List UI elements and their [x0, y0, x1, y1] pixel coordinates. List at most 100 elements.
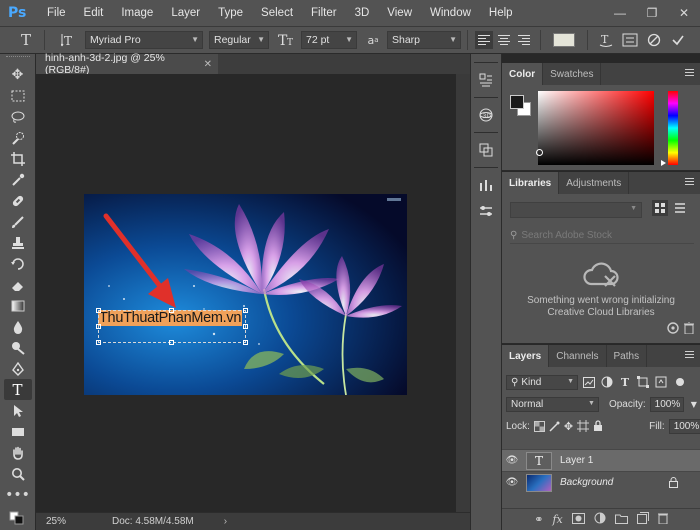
restore-button[interactable]: ❐	[636, 0, 668, 27]
filter-pixel-icon[interactable]	[582, 375, 596, 389]
hue-slider[interactable]	[668, 91, 678, 165]
menu-type[interactable]: Type	[209, 7, 252, 19]
opacity-input[interactable]: 100%	[649, 396, 684, 412]
menu-layer[interactable]: Layer	[162, 7, 209, 19]
close-tab-icon[interactable]: ✕	[204, 59, 212, 70]
transform-handle[interactable]	[243, 308, 248, 313]
layer-name[interactable]: Background	[560, 477, 613, 488]
chevron-right-icon[interactable]: ›	[224, 516, 227, 527]
transform-handle[interactable]	[169, 340, 174, 345]
lock-position-icon[interactable]: ✥	[564, 419, 573, 433]
document-tab[interactable]: hinh-anh-3d-2.jpg @ 25% (RGB/8#) ✕	[36, 52, 218, 76]
color-field[interactable]	[536, 91, 654, 165]
menu-select[interactable]: Select	[252, 7, 302, 19]
type-tool-preset-icon[interactable]: T	[14, 30, 38, 50]
new-layer-icon[interactable]	[636, 512, 649, 527]
filter-shape-icon[interactable]	[636, 375, 650, 389]
layer-style-icon[interactable]: fx	[552, 513, 562, 526]
transform-handle[interactable]	[96, 324, 101, 329]
transform-handle[interactable]	[243, 324, 248, 329]
delete-layer-icon[interactable]	[657, 512, 668, 527]
align-left-button[interactable]	[475, 31, 493, 49]
tab-paths[interactable]: Paths	[607, 345, 648, 367]
clone-stamp-tool-icon[interactable]	[4, 232, 32, 253]
close-button[interactable]: ✕	[668, 0, 700, 27]
lock-pixels-icon[interactable]	[549, 419, 560, 433]
healing-brush-tool-icon[interactable]	[4, 190, 32, 211]
text-bounding-box[interactable]	[98, 310, 246, 343]
menu-filter[interactable]: Filter	[302, 7, 346, 19]
3d-panel-icon[interactable]: 3D	[474, 104, 498, 126]
zoom-tool-icon[interactable]	[4, 463, 32, 484]
transform-handle[interactable]	[169, 308, 174, 313]
transform-handle[interactable]	[243, 340, 248, 345]
filter-toggle-icon[interactable]	[676, 378, 684, 386]
lock-transparent-icon[interactable]	[533, 419, 545, 433]
lock-artboard-icon[interactable]	[577, 419, 590, 433]
zoom-level[interactable]: 25%	[36, 516, 86, 527]
visibility-eye-icon[interactable]: 👁	[502, 477, 522, 488]
filter-smart-object-icon[interactable]	[654, 375, 668, 389]
pen-tool-icon[interactable]	[4, 358, 32, 379]
rectangle-tool-icon[interactable]	[4, 421, 32, 442]
more-tools-icon[interactable]: •••	[4, 484, 32, 505]
edit-toolbar-icon[interactable]	[4, 507, 32, 528]
lasso-tool-icon[interactable]	[4, 106, 32, 127]
cc-sync-icon[interactable]	[666, 322, 680, 337]
panel-menu-icon[interactable]	[685, 178, 694, 187]
tab-layers[interactable]: Layers	[502, 345, 550, 367]
toolbar-grip[interactable]	[5, 56, 30, 62]
eraser-tool-icon[interactable]	[4, 274, 32, 295]
menu-file[interactable]: File	[38, 7, 75, 19]
brush-tool-icon[interactable]	[4, 211, 32, 232]
panel-menu-icon[interactable]	[685, 351, 694, 360]
marquee-tool-icon[interactable]	[4, 85, 32, 106]
text-color-swatch[interactable]	[553, 33, 575, 47]
history-panel-icon[interactable]	[474, 69, 498, 91]
quick-selection-tool-icon[interactable]	[4, 127, 32, 148]
font-style-select[interactable]: Regular ▼	[209, 31, 269, 49]
filter-type-icon[interactable]: T	[618, 375, 632, 389]
align-right-button[interactable]	[515, 31, 533, 49]
toggle-text-orientation-icon[interactable]: T	[57, 30, 81, 50]
warp-text-icon[interactable]: T	[594, 30, 618, 50]
tab-adjustments[interactable]: Adjustments	[559, 172, 630, 194]
trash-icon[interactable]	[684, 321, 694, 337]
transform-handle[interactable]	[96, 308, 101, 313]
document-image[interactable]	[84, 194, 407, 395]
tab-color[interactable]: Color	[502, 63, 544, 85]
antialias-select[interactable]: Sharp ▼	[387, 31, 461, 49]
adjustment-layer-icon[interactable]	[594, 512, 606, 527]
properties-panel-icon[interactable]	[474, 200, 498, 222]
type-tool-icon[interactable]: T	[3, 379, 32, 400]
fill-input[interactable]: 100%	[668, 418, 700, 434]
grid-view-button[interactable]	[652, 200, 668, 216]
commit-edit-icon[interactable]	[666, 30, 690, 50]
eyedropper-tool-icon[interactable]	[4, 169, 32, 190]
layer-filter-kind[interactable]: ⚲ Kind ▼	[506, 374, 578, 390]
hand-tool-icon[interactable]	[4, 442, 32, 463]
lock-all-icon[interactable]	[593, 419, 603, 433]
visibility-eye-icon[interactable]: 👁	[502, 455, 522, 466]
vertical-scrollbar[interactable]	[456, 74, 470, 512]
library-select[interactable]: ▼	[510, 202, 642, 218]
menu-image[interactable]: Image	[112, 7, 162, 19]
paths-panel-icon[interactable]	[474, 139, 498, 161]
filter-adjustment-icon[interactable]	[600, 375, 614, 389]
tool-presets-icon[interactable]	[474, 174, 498, 196]
path-selection-tool-icon[interactable]	[4, 400, 32, 421]
font-size-select[interactable]: 72 pt ▼	[301, 31, 357, 49]
menu-3d[interactable]: 3D	[346, 7, 379, 19]
history-brush-tool-icon[interactable]	[4, 253, 32, 274]
font-family-select[interactable]: Myriad Pro ▼	[85, 31, 203, 49]
layer-row[interactable]: 👁 Background	[502, 471, 700, 493]
stock-search[interactable]: ⚲ Search Adobe Stock	[510, 228, 694, 244]
blur-tool-icon[interactable]	[4, 316, 32, 337]
character-panel-icon[interactable]	[618, 30, 642, 50]
tab-channels[interactable]: Channels	[549, 345, 607, 367]
menu-help[interactable]: Help	[480, 7, 522, 19]
gradient-tool-icon[interactable]	[4, 295, 32, 316]
menu-view[interactable]: View	[378, 7, 421, 19]
blend-mode-select[interactable]: Normal ▼	[506, 396, 599, 412]
add-mask-icon[interactable]	[571, 512, 585, 527]
